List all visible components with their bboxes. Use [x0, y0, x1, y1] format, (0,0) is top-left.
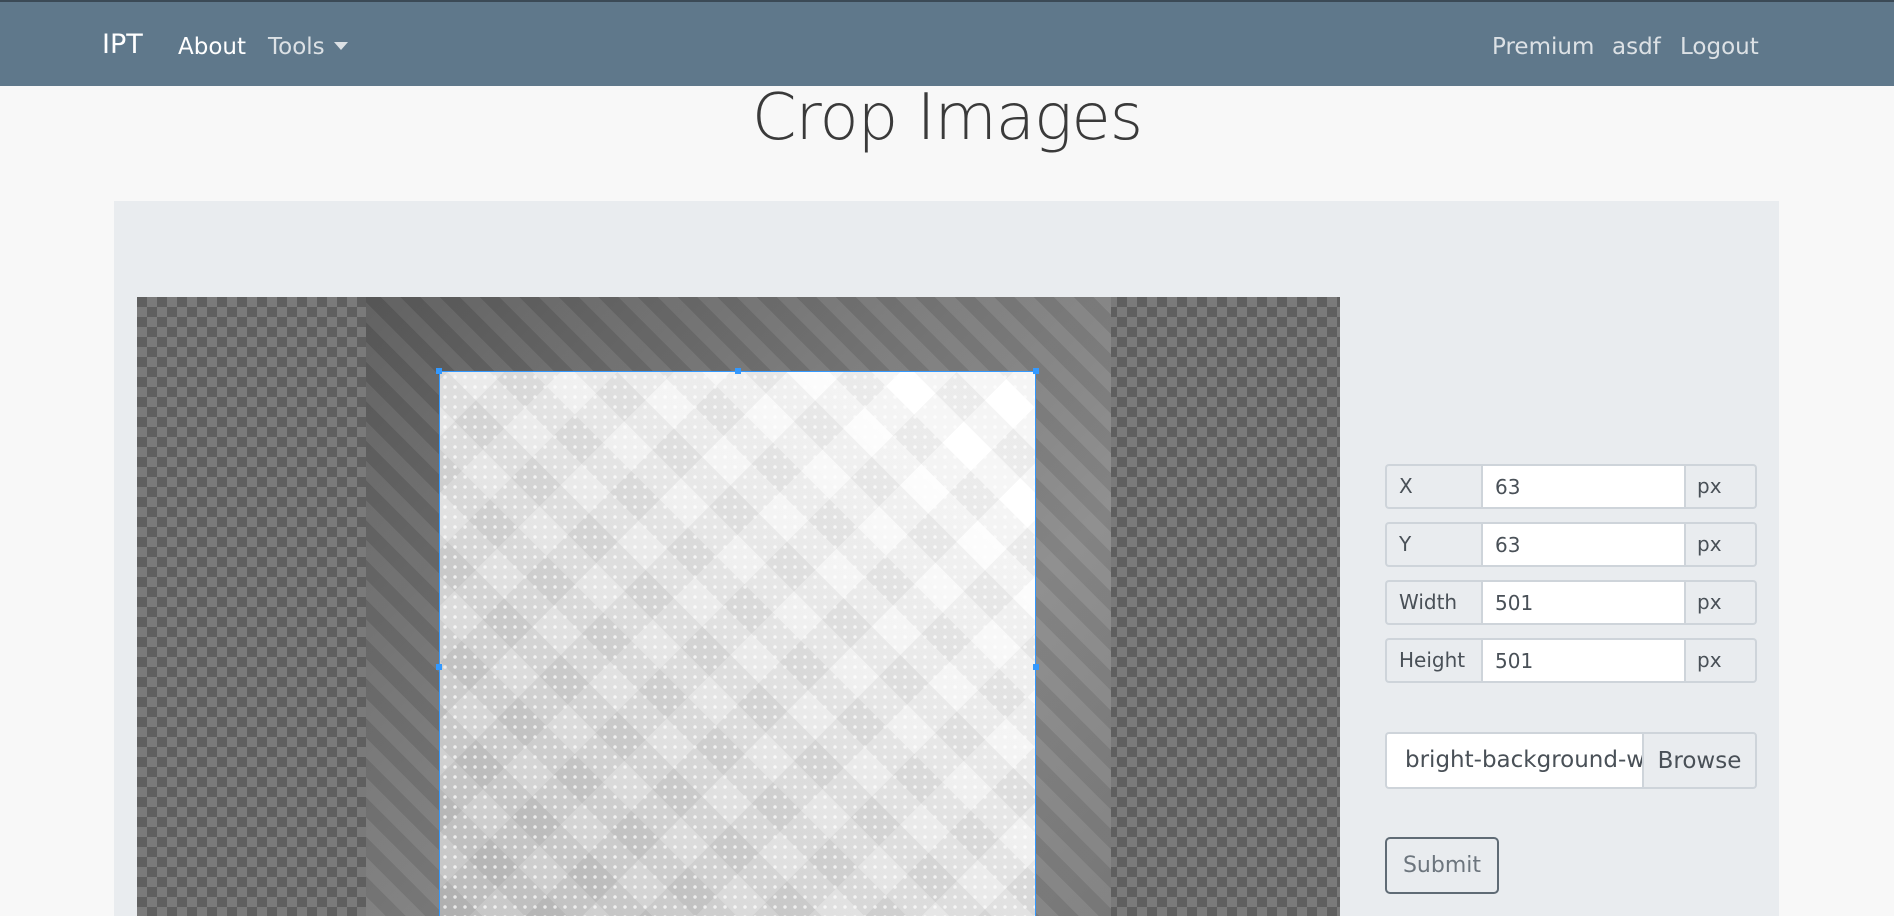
- image-crop-canvas[interactable]: [137, 297, 1340, 916]
- nav-premium[interactable]: Premium: [1492, 32, 1594, 62]
- submit-button[interactable]: Submit: [1385, 837, 1499, 894]
- crop-handle-left[interactable]: [436, 664, 442, 670]
- x-label: X: [1385, 464, 1481, 509]
- x-input-group: X px: [1385, 464, 1757, 509]
- height-field[interactable]: [1481, 638, 1686, 683]
- width-unit: px: [1686, 580, 1757, 625]
- crop-handle-top-left[interactable]: [436, 368, 442, 374]
- crop-handle-right[interactable]: [1033, 664, 1039, 670]
- nav-tools-label: Tools: [268, 34, 325, 60]
- file-input-group: bright-background-with-dots.jpg Browse: [1385, 732, 1757, 789]
- page-title: Crop Images: [751, 81, 1143, 155]
- height-input-group: Height px: [1385, 638, 1757, 683]
- nav-about[interactable]: About: [178, 32, 246, 62]
- top-navbar: IPT About Tools Premium asdf Logout: [0, 0, 1894, 86]
- y-input-group: Y px: [1385, 522, 1757, 567]
- height-label: Height: [1385, 638, 1481, 683]
- nav-user[interactable]: asdf: [1612, 32, 1661, 62]
- brand-logo[interactable]: IPT: [102, 28, 143, 62]
- file-name-field[interactable]: bright-background-with-dots.jpg: [1385, 732, 1642, 789]
- width-input-group: Width px: [1385, 580, 1757, 625]
- nav-tools-dropdown[interactable]: Tools: [268, 32, 348, 62]
- width-field[interactable]: [1481, 580, 1686, 625]
- nav-logout[interactable]: Logout: [1680, 32, 1759, 62]
- y-unit: px: [1686, 522, 1757, 567]
- y-label: Y: [1385, 522, 1481, 567]
- crop-handle-top-right[interactable]: [1033, 368, 1039, 374]
- x-field[interactable]: [1481, 464, 1686, 509]
- x-unit: px: [1686, 464, 1757, 509]
- width-label: Width: [1385, 580, 1481, 625]
- crop-handle-top[interactable]: [735, 368, 741, 374]
- chevron-down-icon: [333, 41, 348, 50]
- browse-button[interactable]: Browse: [1642, 732, 1757, 789]
- crop-selection-box[interactable]: [436, 368, 1039, 916]
- y-field[interactable]: [1481, 522, 1686, 567]
- height-unit: px: [1686, 638, 1757, 683]
